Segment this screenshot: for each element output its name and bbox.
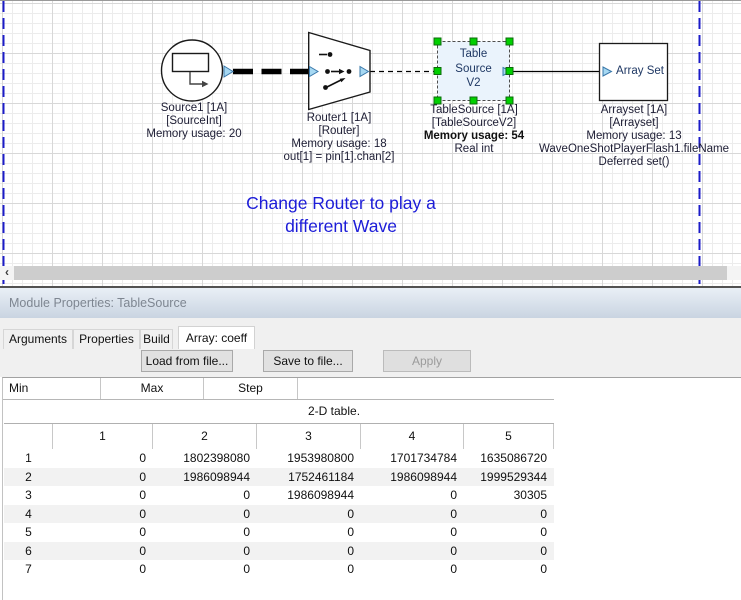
canvas-annotation[interactable]: Change Router to play a different Wave (181, 192, 501, 238)
table-row: 6 0 0 0 0 0 (4, 542, 554, 561)
grid-cell[interactable]: 0 (361, 560, 464, 579)
source-icon (173, 54, 209, 72)
grid-corner-cell[interactable] (4, 424, 53, 449)
grid-cell[interactable]: 0 (257, 523, 361, 542)
canvas-horizontal-scrollbar[interactable]: ‹ (0, 266, 741, 280)
grid-cell[interactable]: 0 (257, 542, 361, 561)
grid-col-header[interactable]: 4 (361, 424, 464, 449)
grid-cell[interactable]: 0 (153, 542, 257, 561)
array-editor-panel: Min Max Step 2-D table. 1 2 3 4 5 1 0 18… (2, 377, 741, 600)
table-caption: 2-D table. (308, 404, 360, 418)
source-output-pin[interactable] (224, 66, 233, 77)
schematic-canvas[interactable]: Table Source V2 Array Set Source1 [1A] [… (0, 0, 741, 286)
tab-build[interactable]: Build (140, 329, 173, 349)
grid-cell[interactable]: 30305 (464, 486, 554, 505)
grid-cell[interactable]: 0 (361, 542, 464, 561)
table-row: 7 0 0 0 0 0 (4, 560, 554, 579)
tab-arguments[interactable]: Arguments (3, 329, 73, 349)
apply-button[interactable]: Apply (383, 350, 471, 372)
table-row: 4 0 0 0 0 0 (4, 505, 554, 524)
grid-cell[interactable]: 0 (153, 505, 257, 524)
grid-cell[interactable]: 0 (464, 560, 554, 579)
grid-col-header[interactable]: 3 (257, 424, 361, 449)
grid-cell[interactable]: 0 (464, 523, 554, 542)
grid-col-header[interactable]: 2 (153, 424, 257, 449)
grid-row-header[interactable]: 2 (4, 468, 53, 487)
grid-cell[interactable]: 0 (257, 560, 361, 579)
app-window: Table Source V2 Array Set Source1 [1A] [… (0, 0, 741, 600)
grid-cell[interactable]: 0 (53, 468, 153, 487)
tab-properties[interactable]: Properties (73, 329, 140, 349)
coeff-grid: 1 2 3 4 5 1 0 1802398080 1953980800 1701… (4, 423, 554, 579)
grid-header-row: 1 2 3 4 5 (4, 424, 554, 449)
grid-row-header[interactable]: 3 (4, 486, 53, 505)
grid-cell[interactable]: 0 (361, 505, 464, 524)
table-row: 2 0 1986098944 1752461184 1986098944 199… (4, 468, 554, 487)
grid-row-header[interactable]: 4 (4, 505, 53, 524)
properties-pane-title: Module Properties: TableSource (0, 288, 741, 318)
grid-cell[interactable]: 1953980800 (257, 449, 361, 468)
grid-row-header[interactable]: 7 (4, 560, 53, 579)
grid-cell[interactable]: 0 (53, 542, 153, 561)
tab-band: Arguments Properties Build Array: coeff … (0, 318, 741, 377)
grid-cell[interactable]: 1802398080 (153, 449, 257, 468)
grid-cell[interactable]: 0 (361, 523, 464, 542)
save-to-file-button[interactable]: Save to file... (263, 350, 353, 372)
table-row: 3 0 0 1986098944 0 30305 (4, 486, 554, 505)
pane-title-text: Module Properties: TableSource (9, 296, 187, 310)
grid-cell[interactable]: 0 (53, 523, 153, 542)
field-step-label: Step (204, 378, 298, 399)
grid-cell[interactable]: 0 (464, 542, 554, 561)
tablesource-block[interactable] (438, 42, 510, 101)
grid-cell[interactable]: 1635086720 (464, 449, 554, 468)
grid-col-header[interactable]: 5 (464, 424, 554, 449)
grid-cell[interactable]: 0 (53, 560, 153, 579)
grid-cell[interactable]: 0 (53, 449, 153, 468)
grid-cell[interactable]: 1986098944 (153, 468, 257, 487)
grid-cell[interactable]: 0 (153, 486, 257, 505)
grid-cell[interactable]: 0 (53, 505, 153, 524)
grid-cell[interactable]: 0 (361, 486, 464, 505)
grid-cell[interactable]: 0 (53, 486, 153, 505)
grid-cell[interactable]: 0 (153, 560, 257, 579)
schematic-drawing (0, 1, 741, 287)
field-min-label: Min (3, 378, 101, 399)
field-empty (298, 378, 554, 399)
grid-row-header[interactable]: 5 (4, 523, 53, 542)
grid-cell[interactable]: 0 (464, 505, 554, 524)
grid-row-header[interactable]: 1 (4, 449, 53, 468)
grid-cell[interactable]: 1701734784 (361, 449, 464, 468)
field-header-row: Min Max Step (3, 378, 554, 400)
grid-cell[interactable]: 1986098944 (257, 486, 361, 505)
field-max-label: Max (101, 378, 204, 399)
grid-cell[interactable]: 0 (257, 505, 361, 524)
grid-cell[interactable]: 0 (153, 523, 257, 542)
scrollbar-thumb[interactable] (14, 266, 727, 280)
tab-array-coeff[interactable]: Array: coeff (178, 326, 255, 349)
grid-cell[interactable]: 1986098944 (361, 468, 464, 487)
table-row: 1 0 1802398080 1953980800 1701734784 163… (4, 449, 554, 468)
grid-cell[interactable]: 1999529344 (464, 468, 554, 487)
table-row: 5 0 0 0 0 0 (4, 523, 554, 542)
grid-cell[interactable]: 1752461184 (257, 468, 361, 487)
load-from-file-button[interactable]: Load from file... (141, 350, 233, 372)
grid-col-header[interactable]: 1 (53, 424, 153, 449)
scrollbar-left-arrow-icon[interactable]: ‹ (0, 266, 14, 280)
grid-row-header[interactable]: 6 (4, 542, 53, 561)
